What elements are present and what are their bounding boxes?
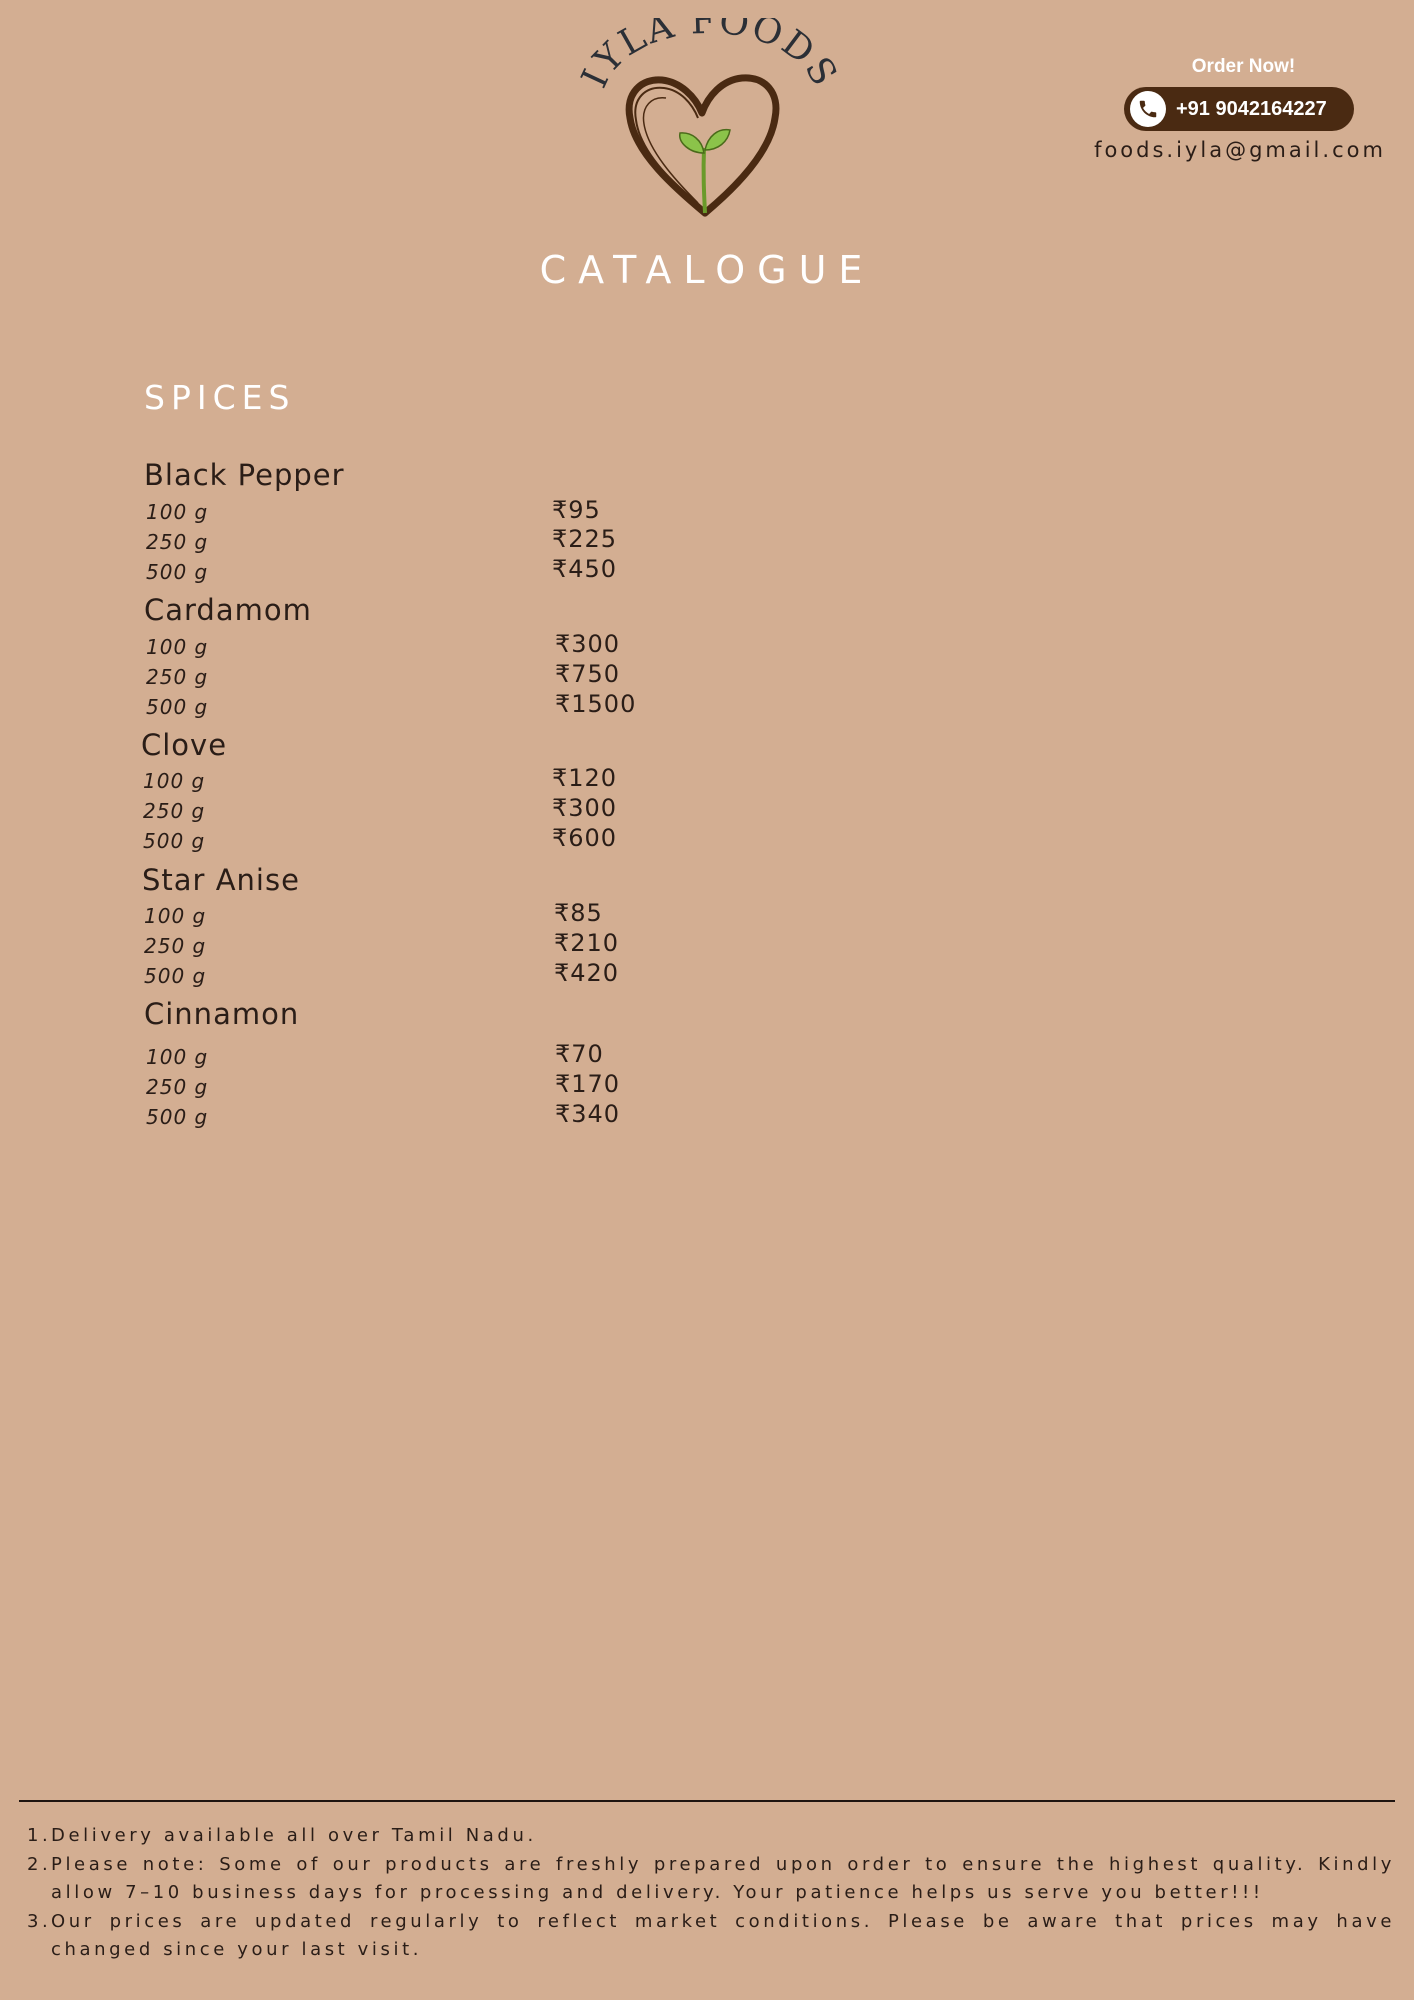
- order-now-label: Order Now!: [1191, 56, 1296, 77]
- product-price: ₹210: [554, 929, 620, 957]
- product-size: 250 g: [144, 934, 207, 958]
- product-price: ₹340: [555, 1100, 621, 1128]
- product-size: 100 g: [144, 904, 207, 928]
- product-price: ₹750: [555, 660, 621, 688]
- phone-icon: [1130, 91, 1166, 127]
- phone-number: +91 9042164227: [1176, 97, 1327, 120]
- brand-name: IYLA FOODS: [580, 18, 840, 94]
- product-size: 100 g: [146, 1045, 209, 1069]
- product-name: Star Anise: [142, 863, 300, 897]
- product-price: ₹420: [554, 959, 620, 987]
- note-text: Our prices are updated regularly to refl…: [51, 1910, 1395, 1961]
- heart-sprout-icon: IYLA FOODS: [574, 1, 843, 217]
- note-item: 1. Delivery available all over Tamil Nad…: [27, 1822, 1395, 1851]
- brand-logo: IYLA FOODS: [574, 1, 843, 223]
- product-name: Clove: [141, 728, 228, 762]
- product-size: 250 g: [146, 665, 209, 689]
- note-item: 3. Our prices are updated regularly to r…: [27, 1908, 1395, 1965]
- footer-notes: 1. Delivery available all over Tamil Nad…: [27, 1822, 1395, 1965]
- product-size: 100 g: [143, 769, 206, 793]
- page-title: CATALOGUE: [539, 248, 875, 292]
- note-text: Delivery available all over Tamil Nadu.: [51, 1825, 537, 1846]
- product-size: 500 g: [144, 964, 207, 988]
- product-size: 500 g: [146, 560, 209, 584]
- product-size: 250 g: [146, 1075, 209, 1099]
- product-size: 100 g: [146, 500, 209, 524]
- phone-button[interactable]: +91 9042164227: [1124, 87, 1354, 131]
- product-name: Cardamom: [144, 593, 312, 627]
- product-price: ₹300: [555, 630, 621, 658]
- product-size: 250 g: [143, 799, 206, 823]
- contact-block: Order Now! +91 9042164227 foods.iyla@gma…: [1090, 56, 1390, 162]
- product-name: Black Pepper: [144, 458, 345, 492]
- note-text: Please note: Some of our products are fr…: [51, 1853, 1395, 1904]
- product-price: ₹1500: [555, 690, 637, 718]
- product-price: ₹225: [552, 525, 618, 553]
- product-size: 500 g: [146, 695, 209, 719]
- product-price: ₹300: [552, 794, 618, 822]
- product-price: ₹450: [552, 555, 618, 583]
- product-size: 500 g: [146, 1105, 209, 1129]
- note-item: 2. Please note: Some of our products are…: [27, 1851, 1395, 1908]
- product-size: 250 g: [146, 530, 209, 554]
- product-price: ₹70: [555, 1040, 604, 1068]
- product-size: 500 g: [143, 829, 206, 853]
- product-price: ₹170: [555, 1070, 621, 1098]
- product-price: ₹600: [552, 824, 618, 852]
- product-price: ₹120: [552, 764, 618, 792]
- product-size: 100 g: [146, 635, 209, 659]
- product-price: ₹85: [554, 899, 603, 927]
- product-price: ₹95: [552, 496, 601, 524]
- product-name: Cinnamon: [144, 997, 300, 1031]
- footer-divider: [19, 1800, 1395, 1802]
- section-title: SPICES: [144, 378, 296, 417]
- email-address[interactable]: foods.iyla@gmail.com: [1090, 138, 1390, 162]
